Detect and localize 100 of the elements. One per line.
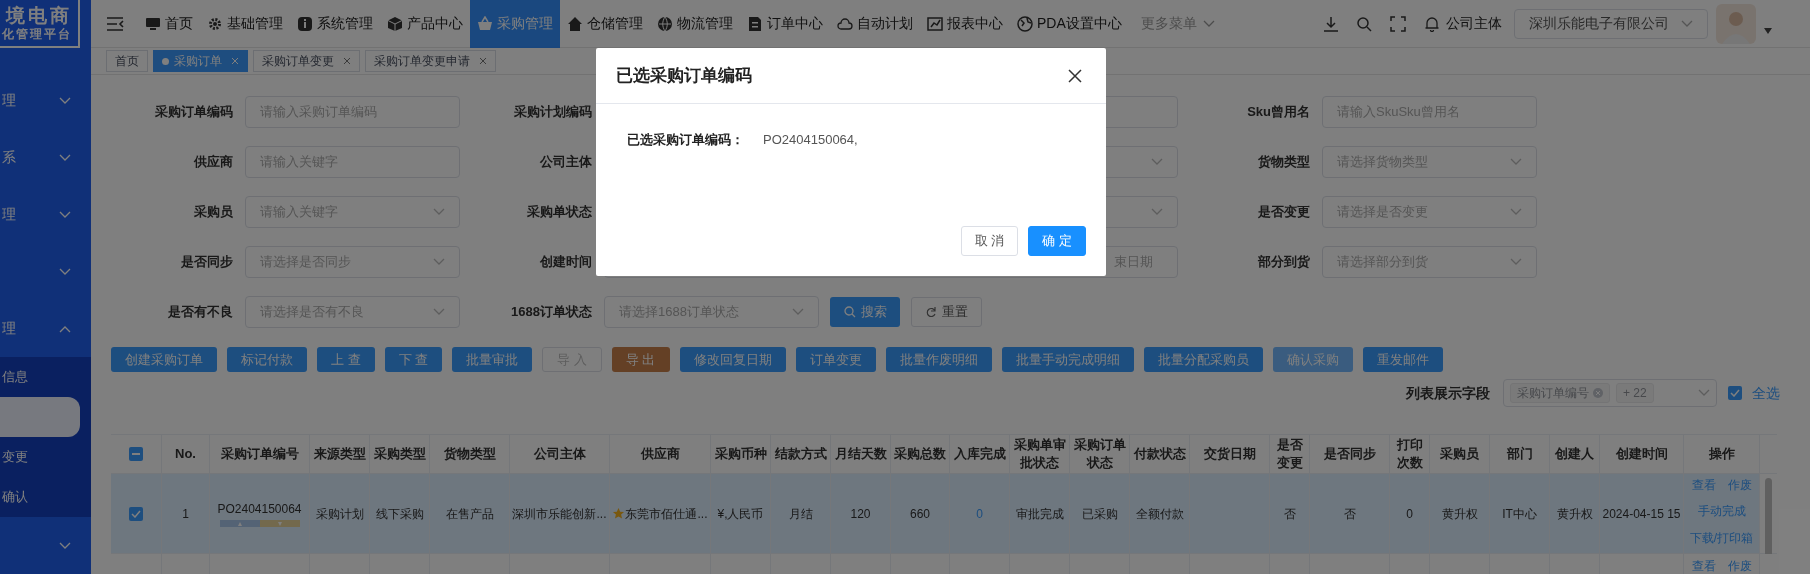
confirm-button[interactable]: 确 定 xyxy=(1028,226,1086,256)
action-button[interactable]: 重发邮件 xyxy=(1362,347,1443,372)
column-header[interactable]: 来源类型 xyxy=(313,445,366,463)
tab[interactable]: 采购订单 xyxy=(153,50,248,72)
sidebar-item[interactable]: 系 xyxy=(0,129,91,186)
action-button[interactable]: 批量作废明细 xyxy=(885,347,992,372)
column-header[interactable]: 采购员 xyxy=(1440,445,1479,463)
cloud-icon xyxy=(837,15,853,32)
nav-tab[interactable]: 系统管理 xyxy=(290,0,380,48)
field-label: 供应商 xyxy=(194,153,233,172)
action-button[interactable]: 创建采购订单 xyxy=(111,347,217,372)
avatar-icon xyxy=(1716,3,1756,44)
cube-icon xyxy=(387,15,403,32)
nav-tab[interactable]: PDA设置中心 xyxy=(1010,0,1129,48)
column-header[interactable]: 打印次数 xyxy=(1392,436,1427,472)
column-header[interactable]: 采购类型 xyxy=(373,445,426,463)
action-button[interactable]: 修改回复日期 xyxy=(679,347,786,372)
sidebar-item[interactable]: 理 xyxy=(0,300,91,357)
tab[interactable]: 采购订单变更申请 xyxy=(365,50,496,72)
submenu-item[interactable] xyxy=(0,397,80,437)
chevron-icon xyxy=(59,210,71,219)
search-button[interactable]: 搜索 xyxy=(830,297,900,327)
column-header[interactable]: 操作 xyxy=(1708,445,1735,463)
field-label: 是否有不良 xyxy=(168,303,233,322)
submenu-item[interactable]: 信息 xyxy=(0,357,91,397)
chevron-icon xyxy=(1151,158,1163,166)
document-icon xyxy=(747,15,763,32)
chevron-icon xyxy=(433,208,445,216)
column-header[interactable]: No. xyxy=(175,445,196,463)
column-header[interactable]: 采购币种 xyxy=(714,445,767,463)
action-button[interactable]: 批量审批 xyxy=(452,347,533,372)
nav-tab[interactable]: 基础管理 xyxy=(200,0,290,48)
column-header[interactable]: 入库完成 xyxy=(953,445,1006,463)
star-icon xyxy=(612,507,626,520)
tab[interactable]: 采购订单变更 xyxy=(253,50,360,72)
chevron-icon xyxy=(792,308,804,316)
column-header[interactable]: 付款状态 xyxy=(1133,445,1186,463)
action-button[interactable]: 上 查 xyxy=(317,347,375,372)
submenu-item[interactable]: 确认 xyxy=(0,477,91,517)
table-link[interactable]: 作废 xyxy=(1727,476,1752,495)
company-label: 公司主体 xyxy=(1446,14,1502,33)
action-button[interactable]: 下 查 xyxy=(384,347,443,372)
caret-icon xyxy=(1202,19,1215,28)
table-cell-text: 已采购 xyxy=(1081,505,1118,523)
house-icon xyxy=(567,15,583,32)
table-cell-text: IT中心 xyxy=(1502,505,1537,523)
table-row[interactable]: 1 PO2404150064 采购计划 线下采购 在售产品 深圳市乐能创新... 东莞市佰仕通... ¥,人民币 月结 120 660 0 审批完成 已采购 全额付款 否 否 0 黄升权 IT中心 黄升权 2024-04-15 15 查看 作废 手动完成 下载/打印箱 xyxy=(111,474,1777,554)
sidebar-item[interactable]: 理 xyxy=(0,72,91,129)
action-button[interactable]: 订单变更 xyxy=(795,347,876,372)
column-header[interactable]: 结款方式 xyxy=(774,445,827,463)
nav-tab[interactable]: 自动计划 xyxy=(830,0,920,48)
field-label: Sku曾用名 xyxy=(1247,103,1310,122)
field-label: 部分到货 xyxy=(1258,253,1310,272)
submenu-item[interactable]: 变更 xyxy=(0,437,91,477)
reset-button[interactable]: 重置 xyxy=(911,297,982,327)
column-header[interactable]: 部门 xyxy=(1506,445,1533,463)
column-header[interactable]: 采购单审批状态 xyxy=(1012,436,1067,472)
nav-tab[interactable]: 产品中心 xyxy=(380,0,470,48)
column-header[interactable]: 月结天数 xyxy=(834,445,887,463)
column-header[interactable]: 货物类型 xyxy=(443,445,496,463)
chevron-icon xyxy=(433,308,445,316)
action-button[interactable]: 批量分配采购员 xyxy=(1143,347,1263,372)
action-button[interactable]: 批量手动完成明细 xyxy=(1001,347,1134,372)
chevron-icon xyxy=(1151,208,1163,216)
table-link[interactable]: 查看 xyxy=(1691,557,1716,574)
column-header[interactable]: 交货日期 xyxy=(1203,445,1256,463)
nav-tab[interactable]: 仓储管理 xyxy=(560,0,650,48)
nav-tab[interactable]: 采购管理 xyxy=(470,0,560,48)
nav-tab[interactable]: 报表中心 xyxy=(920,0,1010,48)
column-header[interactable]: 采购总数 xyxy=(894,445,946,463)
column-header[interactable]: 是否变更 xyxy=(1272,436,1307,472)
checkbox[interactable] xyxy=(129,447,143,461)
table-link[interactable]: 手动完成 xyxy=(1697,502,1746,521)
table-link[interactable]: 0 xyxy=(976,504,983,523)
nav-tab[interactable]: 物流管理 xyxy=(650,0,740,48)
column-header[interactable]: 是否同步 xyxy=(1323,445,1376,463)
action-button[interactable]: 标记付款 xyxy=(227,347,307,372)
table-cell-text: 120 xyxy=(850,505,871,523)
nav-tab[interactable]: 订单中心 xyxy=(740,0,830,48)
table-link[interactable]: 下载/打印箱 xyxy=(1689,528,1754,547)
select-all-label[interactable]: 全选 xyxy=(1752,382,1780,404)
sidebar-item[interactable]: 理 xyxy=(0,186,91,243)
checkbox[interactable] xyxy=(1728,386,1742,400)
column-header[interactable]: 供应商 xyxy=(640,445,680,463)
nav-tab[interactable]: 首页 xyxy=(138,0,200,48)
column-header[interactable]: 创建时间 xyxy=(1615,445,1668,463)
company-select[interactable]: 深圳乐能电子有限公司 xyxy=(1514,8,1708,39)
column-header[interactable]: 采购订单编号 xyxy=(220,445,299,463)
table-link[interactable]: 查看 xyxy=(1691,476,1716,495)
table-cell-text: 深圳市乐能创新... xyxy=(512,505,607,523)
table-link[interactable]: 作废 xyxy=(1727,557,1752,574)
tab[interactable]: 首页 xyxy=(106,50,148,72)
field-label: 采购计划编码 xyxy=(514,103,592,122)
column-header[interactable]: 公司主体 xyxy=(533,445,586,463)
checkbox[interactable] xyxy=(129,506,143,521)
bell-icon xyxy=(1424,15,1440,32)
close-icon xyxy=(1593,388,1603,398)
column-header[interactable]: 采购订单状态 xyxy=(1072,436,1127,472)
column-header[interactable]: 创建人 xyxy=(1555,445,1594,463)
cancel-button[interactable]: 取 消 xyxy=(960,226,1019,256)
